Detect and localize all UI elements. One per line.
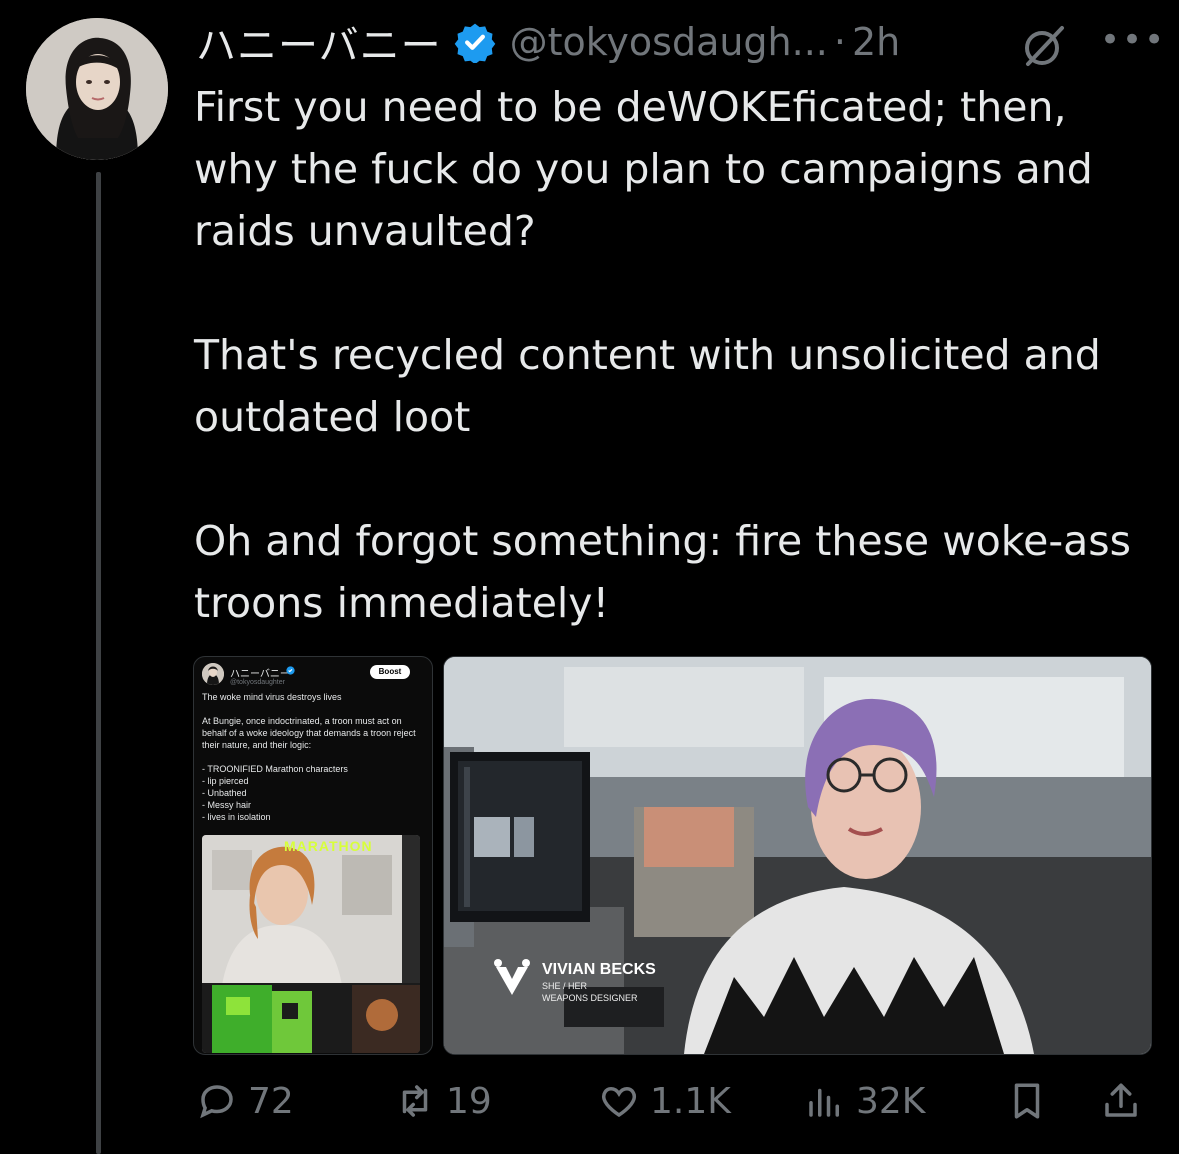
mini-author-handle: @tokyosdaughter (230, 679, 285, 686)
separator-dot: · (833, 20, 846, 64)
mini-boost-button: Boost (370, 665, 410, 679)
verified-badge-icon (454, 23, 495, 63)
like-count: 1.1K (650, 1080, 731, 1122)
mini-verified-icon (286, 666, 295, 675)
more-icon[interactable]: ••• (1100, 20, 1166, 60)
author-display-name[interactable]: ハニーバニー (196, 13, 442, 71)
mini-line: The woke mind virus destroys lives (202, 692, 342, 702)
avatar[interactable] (26, 18, 168, 160)
bookmark-button[interactable] (1006, 1080, 1058, 1122)
like-icon (602, 1086, 636, 1118)
tweet-text: First you need to be deWOKEficated; then… (194, 76, 1154, 634)
views-icon (809, 1088, 839, 1117)
repost-button[interactable]: 19 (394, 1080, 492, 1122)
repost-icon (402, 1085, 428, 1117)
author-handle[interactable]: @tokyosdaugh... (510, 20, 828, 64)
mini-photo (202, 835, 420, 1053)
like-button[interactable]: 1.1K (598, 1080, 731, 1122)
views-button[interactable]: 32K (804, 1080, 925, 1122)
tweet-paragraph: First you need to be deWOKEficated; then… (194, 83, 1093, 255)
grok-icon[interactable] (1020, 22, 1068, 70)
views-count: 32K (856, 1080, 926, 1122)
thread-line (96, 172, 101, 1154)
lower-third-pronouns: SHE / HER (542, 981, 588, 991)
action-bar: 72 19 1.1K 32K (0, 1070, 1179, 1140)
mini-line: - TROONIFIED Marathon characters - lip p… (202, 764, 348, 822)
bookmark-icon (1014, 1083, 1040, 1119)
lower-third-name: VIVIAN BECKS (542, 961, 656, 978)
destiny-logo-icon (494, 959, 530, 995)
media-image-left[interactable]: ハニーバニー @tokyosdaughter Boost The woke mi… (193, 656, 433, 1055)
mini-tweet-text: The woke mind virus destroys lives At Bu… (202, 691, 426, 823)
reply-count: 72 (248, 1080, 294, 1122)
reply-icon (200, 1085, 233, 1119)
lower-third-role: WEAPONS DESIGNER (542, 993, 638, 1003)
reply-button[interactable]: 72 (196, 1080, 294, 1122)
mini-overlay-text: MARATHON (284, 838, 373, 854)
media-image-right[interactable]: VIVIAN BECKS SHE / HER WEAPONS DESIGNER (443, 656, 1152, 1055)
tweet-paragraph: Oh and forgot something: fire these woke… (194, 517, 1131, 627)
mini-author-name: ハニーバニー (230, 669, 290, 680)
tweet-header: ハニーバニー @tokyosdaugh... · 2h (196, 14, 900, 70)
tweet-paragraph: That's recycled content with unsolicited… (194, 331, 1101, 441)
repost-count: 19 (446, 1080, 492, 1122)
share-icon (1105, 1083, 1137, 1117)
mini-line: At Bungie, once indoctrinated, a troon m… (202, 716, 419, 750)
timestamp[interactable]: 2h (852, 20, 900, 64)
mini-avatar (202, 663, 224, 685)
share-button[interactable] (1100, 1080, 1152, 1122)
